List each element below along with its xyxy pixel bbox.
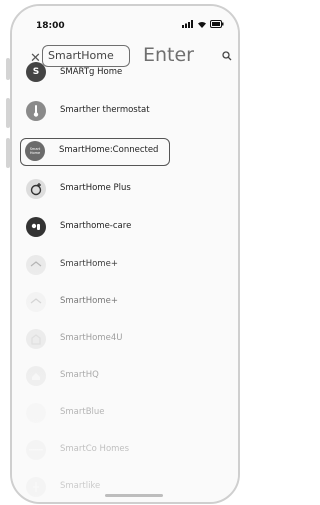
list-item[interactable]: S SMARTg Home xyxy=(12,62,238,90)
status-time: 18:00 xyxy=(36,21,65,31)
home-indicator[interactable] xyxy=(105,494,163,497)
search-icon[interactable] xyxy=(222,51,232,61)
list-item-selected[interactable]: Smart Home SmartHome:Connected xyxy=(20,138,170,166)
list-item-label: Smarthome-care xyxy=(60,221,132,231)
list-item[interactable]: Smarthome-care xyxy=(12,214,238,242)
home-plus-icon xyxy=(26,179,46,199)
smarthome-icon-text: Smart Home xyxy=(29,147,41,155)
list-item[interactable]: Smarther thermostat xyxy=(12,98,238,126)
battery-icon xyxy=(210,20,224,28)
app-icon xyxy=(26,477,46,497)
smarthome-icon: Smart Home xyxy=(25,141,45,161)
list-item-label: SmartHome Plus xyxy=(60,183,131,193)
home-icon xyxy=(26,255,46,275)
home-icon xyxy=(26,292,46,312)
care-icon xyxy=(26,217,46,237)
list-item[interactable]: SmartHome+ xyxy=(12,252,238,280)
status-icons xyxy=(182,20,224,28)
list-item[interactable]: SmartHome4U xyxy=(12,326,238,354)
list-item-label: SmartHome:Connected xyxy=(59,145,159,155)
list-item[interactable]: SmartHome+ xyxy=(12,289,238,317)
phone-screen: 18:00 ✕ SmartHome Enter S SMARTg Home Sm… xyxy=(10,4,240,504)
list-item-label: SmartHome4U xyxy=(60,333,123,343)
signal-icon xyxy=(182,20,193,28)
list-item-label: SmartBlue xyxy=(60,407,105,417)
wifi-icon xyxy=(198,21,206,28)
home-icon xyxy=(26,329,46,349)
list-item[interactable]: Smartlike xyxy=(12,474,238,502)
list-item-label: SmartHome+ xyxy=(60,259,118,269)
thermometer-icon xyxy=(26,101,46,121)
list-item[interactable]: SmartBlue xyxy=(12,400,238,428)
app-icon: S xyxy=(26,62,46,82)
status-bar: 18:00 xyxy=(12,6,238,36)
app-icon xyxy=(26,440,46,460)
hq-icon xyxy=(26,366,46,386)
list-item[interactable]: SmartCo Homes xyxy=(12,437,238,465)
list-item[interactable]: SmartHQ xyxy=(12,363,238,391)
list-item-label: Smartlike xyxy=(60,481,101,491)
app-icon xyxy=(26,403,46,423)
list-item-label: Smarther thermostat xyxy=(60,105,150,115)
list-item-label: SmartCo Homes xyxy=(60,444,130,454)
list-item-label: SmartHQ xyxy=(60,370,99,380)
list-item-label: SMARTg Home xyxy=(60,67,123,77)
list-item[interactable]: SmartHome Plus xyxy=(12,176,238,204)
list-item-label: SmartHome+ xyxy=(60,296,118,306)
